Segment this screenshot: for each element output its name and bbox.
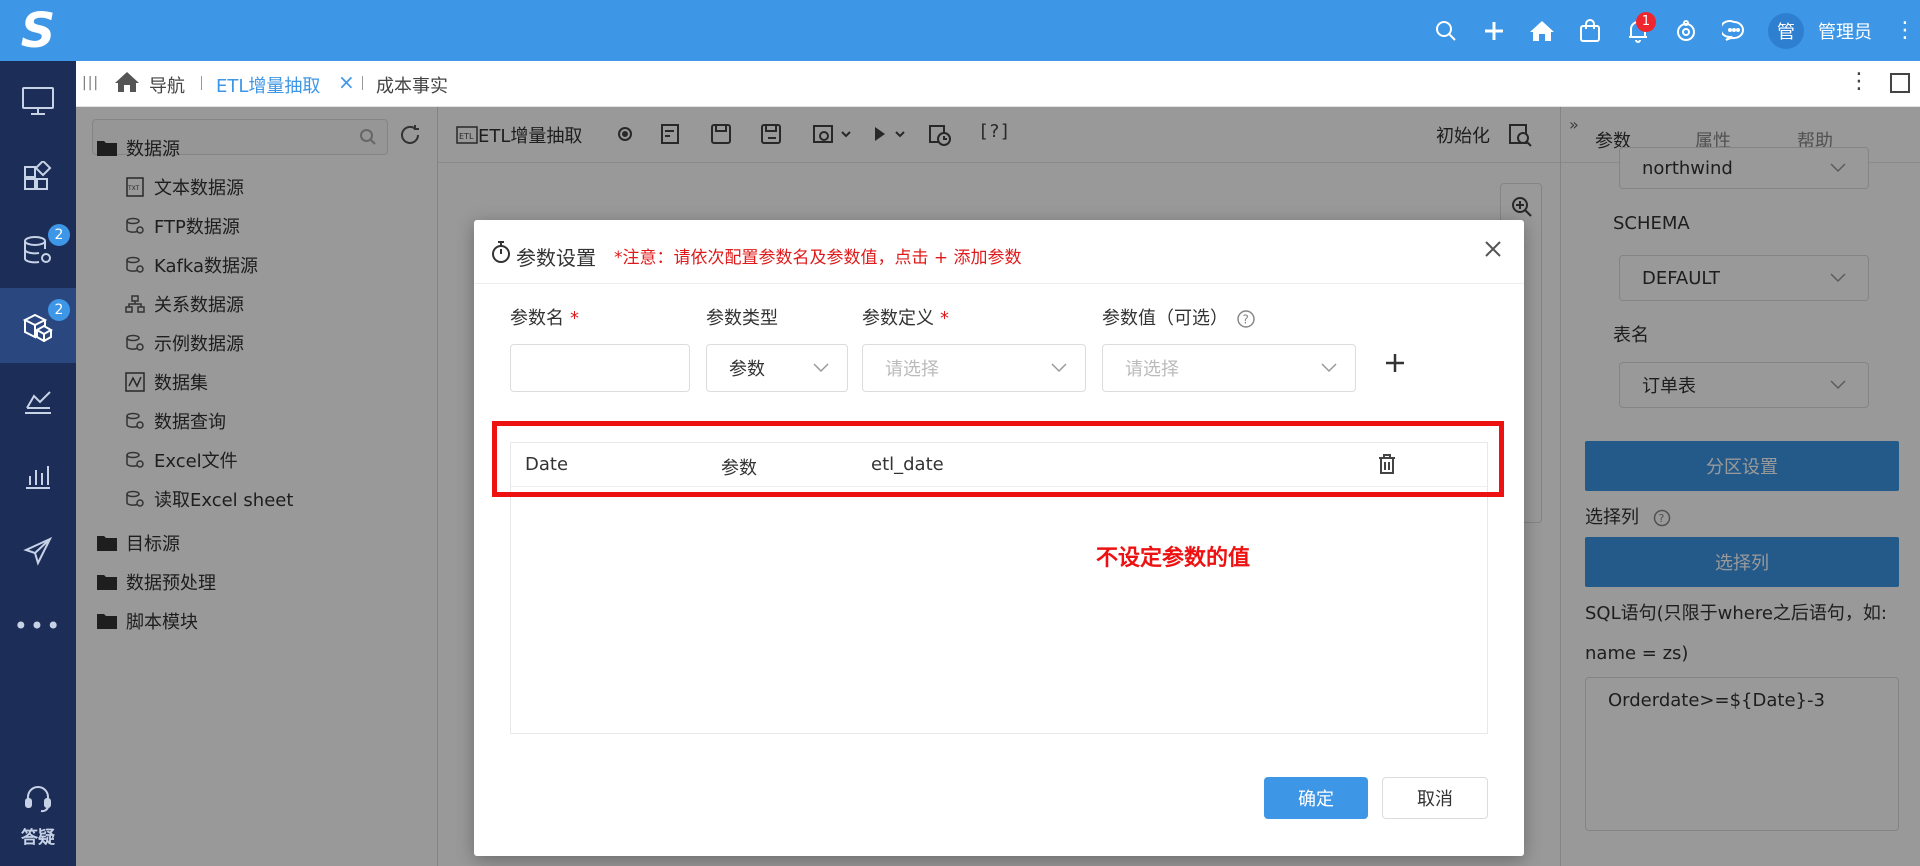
param-definition-select[interactable]: 请选择 <box>862 344 1086 392</box>
stopwatch-icon <box>492 241 510 263</box>
bell-icon[interactable]: 1 <box>1614 0 1662 61</box>
layers-chart-icon <box>25 390 51 414</box>
close-icon[interactable] <box>1482 238 1504 260</box>
nav-publish[interactable] <box>0 513 76 588</box>
nav-badge: 2 <box>48 224 70 246</box>
add-parameter-icon[interactable] <box>1382 350 1408 376</box>
parameter-settings-dialog: 参数设置 *注意：请依次配置参数名及参数值，点击 + 添加参数 参数名 * 参数类… <box>474 220 1524 856</box>
param-definition-label: 参数定义 * <box>862 304 949 330</box>
param-definition-placeholder: 请选择 <box>885 359 939 380</box>
more-dots-icon: ••• <box>13 611 63 640</box>
header-actions: 1 管 管理员 ⋮ <box>1422 0 1920 61</box>
nav-dashboard[interactable] <box>0 138 76 213</box>
help-label: 答疑 <box>21 828 55 848</box>
param-name-label-text: 参数名 <box>510 308 564 329</box>
left-nav: 2 2 ••• 答疑 <box>0 61 76 866</box>
grid-icon <box>24 160 52 190</box>
tab-bar: ||| 导航 ETL增量抽取 × 成本事实 ⋮ <box>76 61 1920 107</box>
nav-model[interactable] <box>0 363 76 438</box>
required-mark: * <box>940 308 949 329</box>
param-value-label-text: 参数值（可选） <box>1102 308 1228 329</box>
param-definition-label-text: 参数定义 <box>862 308 934 329</box>
tab-divider <box>362 76 363 90</box>
search-icon[interactable] <box>1422 0 1470 61</box>
nav-database[interactable]: 2 <box>0 213 76 288</box>
cancel-button[interactable]: 取消 <box>1382 777 1488 819</box>
param-name-label: 参数名 * <box>510 304 579 330</box>
nav-analysis[interactable] <box>0 438 76 513</box>
more-menu-icon[interactable]: ⋮ <box>1848 69 1870 94</box>
nav-more[interactable]: ••• <box>0 588 76 663</box>
chevron-down-icon <box>1051 363 1067 373</box>
close-icon[interactable]: × <box>338 70 355 94</box>
param-value-select[interactable]: 请选择 <box>1102 344 1356 392</box>
param-value-label: 参数值（可选）? <box>1102 304 1256 330</box>
shopping-bag-icon[interactable] <box>1566 0 1614 61</box>
home-icon[interactable] <box>114 71 140 98</box>
chevron-down-icon <box>1321 363 1337 373</box>
drag-handle-icon[interactable]: ||| <box>82 75 99 91</box>
dialog-header: 参数设置 *注意：请依次配置参数名及参数值，点击 + 添加参数 <box>474 220 1524 284</box>
headset-icon <box>25 786 51 813</box>
tab-navigation[interactable]: 导航 <box>149 72 185 98</box>
param-name-input[interactable] <box>510 344 690 392</box>
more-menu-icon[interactable]: ⋮ <box>1890 18 1920 43</box>
top-header: 1 管 管理员 ⋮ <box>76 0 1920 61</box>
tab-divider <box>201 76 202 90</box>
dialog-title: 参数设置 <box>516 246 596 270</box>
notification-badge: 1 <box>1636 12 1656 32</box>
nav-monitor[interactable] <box>0 63 76 138</box>
monitor-icon <box>22 86 54 115</box>
param-value-placeholder: 请选择 <box>1125 359 1179 380</box>
tab-cost-fact[interactable]: 成本事实 <box>376 72 448 98</box>
paper-plane-icon <box>23 536 53 566</box>
logo-letter: S <box>20 2 56 59</box>
nav-data-integration[interactable]: 2 <box>0 288 76 363</box>
required-mark: * <box>570 308 579 329</box>
param-type-select[interactable]: 参数 <box>706 344 848 392</box>
tab-etl-incremental[interactable]: ETL增量抽取 <box>216 72 320 98</box>
annotation-text: 不设定参数的值 <box>1096 546 1251 571</box>
annotation-highlight-box <box>492 421 1504 497</box>
home-icon[interactable] <box>1518 0 1566 61</box>
dialog-note: *注意：请依次配置参数名及参数值，点击 + 添加参数 <box>614 248 1022 268</box>
user-name[interactable]: 管理员 <box>1818 18 1872 44</box>
help-circle-icon[interactable]: ? <box>1236 309 1256 329</box>
nav-badge: 2 <box>48 299 70 321</box>
user-avatar[interactable]: 管 <box>1768 12 1804 49</box>
maximize-icon[interactable] <box>1890 73 1910 93</box>
chat-icon[interactable] <box>1710 0 1758 61</box>
bar-chart-icon <box>26 465 50 489</box>
confirm-button[interactable]: 确定 <box>1264 777 1368 819</box>
param-type-label: 参数类型 <box>706 308 778 329</box>
nav-help[interactable]: 答疑 <box>0 784 76 848</box>
plugin-icon[interactable] <box>1662 0 1710 61</box>
svg-text:?: ? <box>1243 313 1249 327</box>
chevron-down-icon <box>813 363 829 373</box>
app-logo[interactable]: S <box>0 0 76 61</box>
param-type-value: 参数 <box>729 359 765 380</box>
add-icon[interactable] <box>1470 0 1518 61</box>
